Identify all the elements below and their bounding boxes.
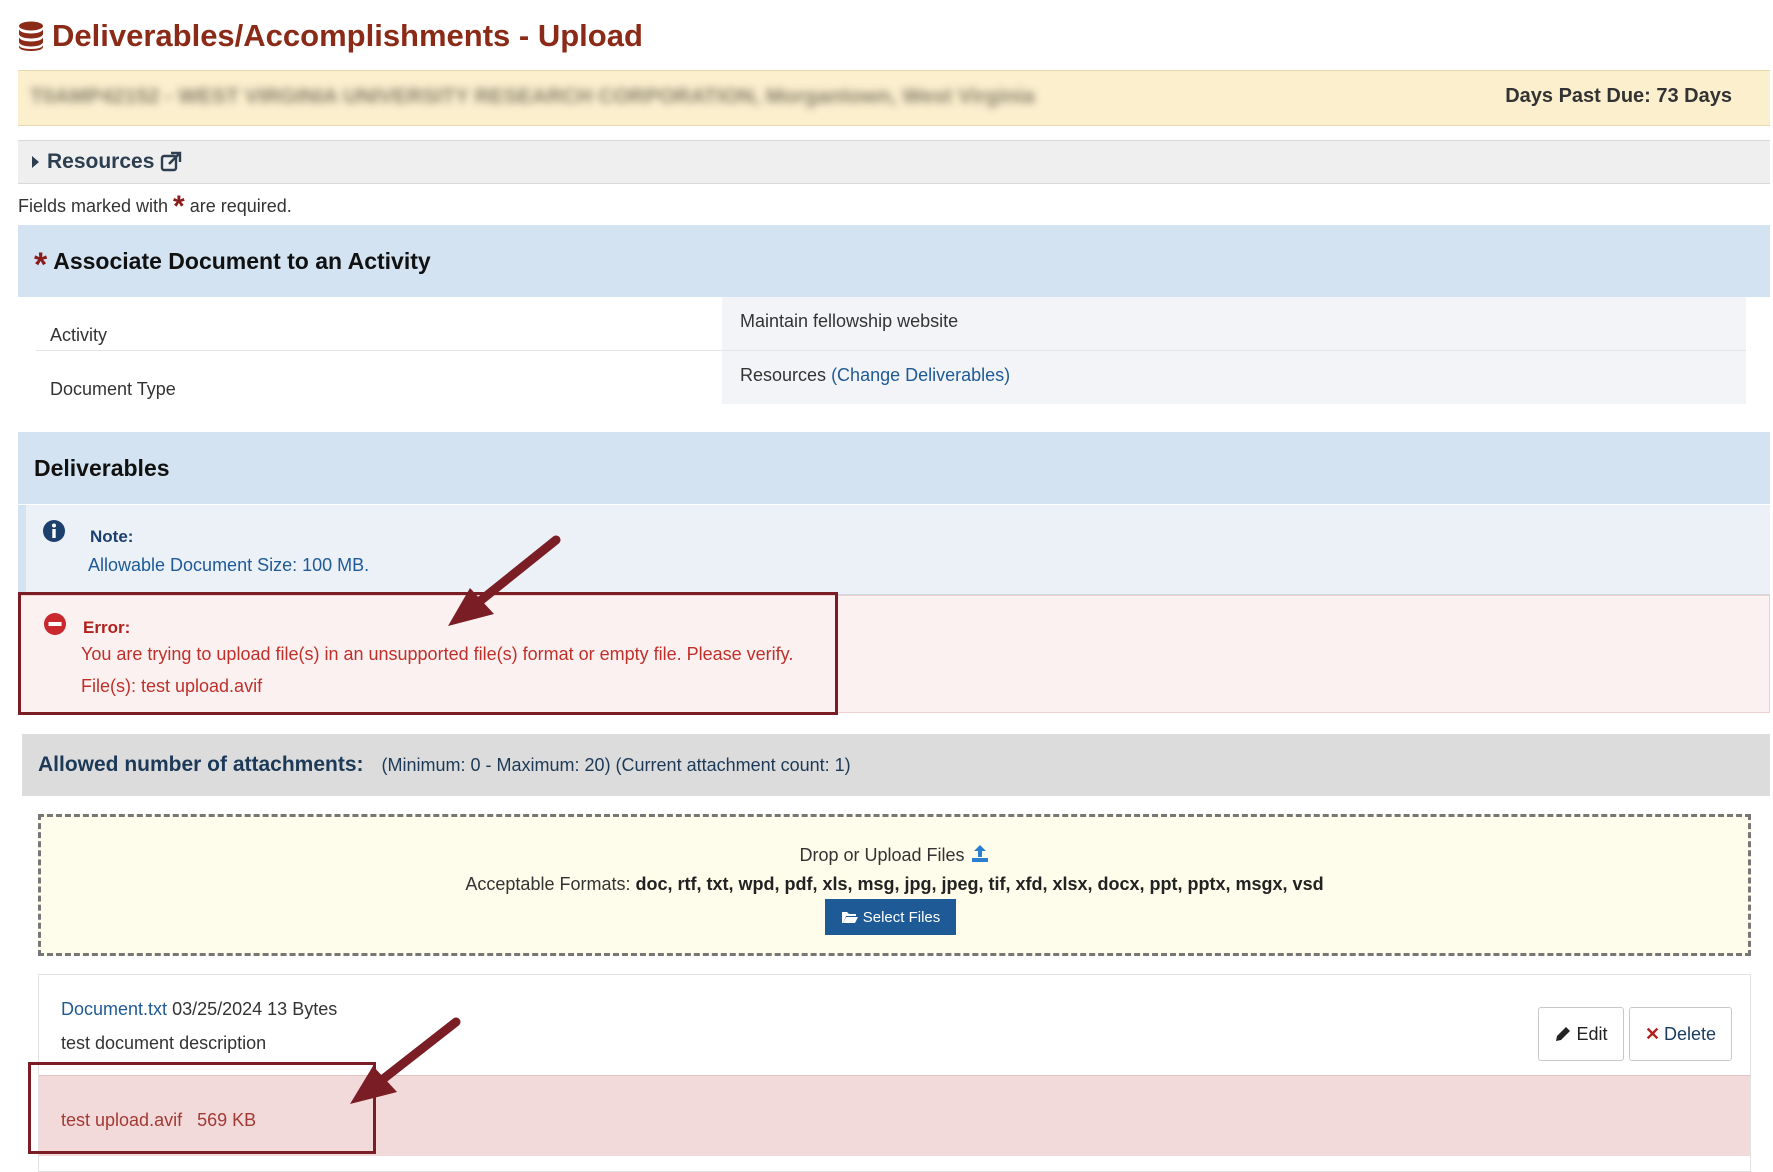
- caret-right-icon: [32, 156, 39, 168]
- edit-button[interactable]: Edit: [1538, 1007, 1624, 1061]
- edit-label: Edit: [1576, 1023, 1608, 1044]
- associate-section-header: * Associate Document to an Activity: [18, 225, 1770, 297]
- page-title-text: Deliverables/Accomplishments - Upload: [52, 18, 643, 53]
- activity-value: Maintain fellowship website: [722, 297, 1746, 350]
- note-title: Note:: [90, 527, 134, 546]
- delete-button[interactable]: ✕ Delete: [1629, 1007, 1732, 1061]
- folder-open-icon: [841, 912, 858, 923]
- select-files-label: Select Files: [862, 908, 941, 926]
- attachments-values: (Minimum: 0 - Maximum: 20) (Current atta…: [381, 754, 851, 775]
- info-icon: [43, 520, 65, 542]
- change-deliverables-link[interactable]: (Change Deliverables): [831, 365, 1010, 385]
- days-past-due: Days Past Due: 73 Days: [1505, 85, 1732, 107]
- file-row-header: Document.txt 03/25/2024 13 Bytes: [61, 999, 337, 1020]
- required-star-icon: *: [173, 189, 185, 223]
- document-type-value: Resources: [740, 365, 827, 385]
- required-note-before: Fields marked with: [18, 196, 169, 216]
- note-alert: Note: Allowable Document Size: 100 MB.: [18, 505, 1770, 595]
- file-description: test document description: [61, 1033, 267, 1053]
- document-type-value-cell: Resources (Change Deliverables): [722, 351, 1746, 404]
- document-type-label: Document Type: [50, 379, 176, 399]
- file-name-link[interactable]: Document.txt: [61, 999, 167, 1019]
- activity-row: Activity Maintain fellowship website: [36, 297, 1746, 351]
- close-icon: ✕: [1644, 1023, 1661, 1044]
- dropzone-title-text: Drop or Upload Files: [799, 845, 965, 865]
- external-link-icon[interactable]: [160, 151, 182, 173]
- dropzone-formats: Acceptable Formats: doc, rtf, txt, wpd, …: [41, 874, 1748, 895]
- file-date: 03/25/2024: [172, 999, 263, 1019]
- dropzone-title: Drop or Upload Files: [41, 843, 1748, 866]
- banner-obscured-text: T0AMP42152 - WEST VIRGINIA UNIVERSITY RE…: [30, 85, 1035, 108]
- note-message: Allowable Document Size: 100 MB.: [88, 555, 370, 575]
- resources-toggle[interactable]: Resources: [18, 140, 1770, 184]
- award-banner: T0AMP42152 - WEST VIRGINIA UNIVERSITY RE…: [18, 70, 1770, 126]
- required-star-icon: *: [34, 245, 48, 284]
- deliverables-section-header: Deliverables: [18, 432, 1770, 504]
- database-icon: [19, 21, 43, 51]
- page-title: Deliverables/Accomplishments - Upload: [18, 14, 643, 58]
- upload-icon: [971, 845, 988, 862]
- annotation-highlight-box: [28, 1062, 376, 1154]
- attachments-bar: Allowed number of attachments: (Minimum:…: [22, 734, 1770, 796]
- document-type-row: Document Type Resources (Change Delivera…: [36, 351, 1746, 404]
- pencil-icon: [1556, 1027, 1571, 1041]
- file-size: 13 Bytes: [267, 999, 338, 1019]
- associate-table: Activity Maintain fellowship website Doc…: [36, 297, 1746, 405]
- required-fields-note: Fields marked with * are required.: [18, 189, 292, 223]
- resources-label: Resources: [47, 150, 155, 173]
- deliverables-title: Deliverables: [34, 454, 170, 481]
- delete-label: Delete: [1664, 1023, 1717, 1044]
- attachments-title: Allowed number of attachments:: [38, 753, 364, 776]
- activity-label: Activity: [50, 325, 108, 345]
- select-files-button[interactable]: Select Files: [825, 899, 956, 935]
- annotation-highlight-box: [18, 592, 838, 715]
- associate-title: Associate Document to an Activity: [53, 247, 431, 274]
- required-note-after: are required.: [189, 196, 292, 216]
- file-dropzone[interactable]: Drop or Upload Files Acceptable Formats:…: [38, 814, 1751, 956]
- formats-label: Acceptable Formats:: [465, 874, 631, 894]
- formats-list: doc, rtf, txt, wpd, pdf, xls, msg, jpg, …: [635, 874, 1324, 894]
